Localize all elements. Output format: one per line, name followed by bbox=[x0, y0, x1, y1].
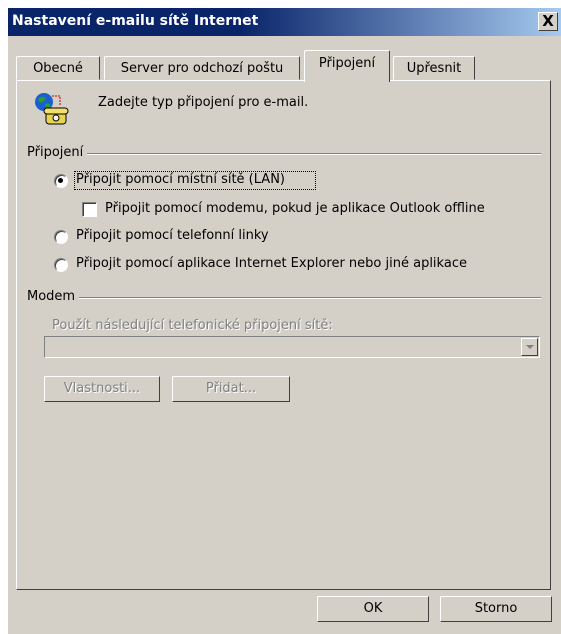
tab-connection-label: Připojení bbox=[318, 56, 376, 71]
properties-button[interactable]: Vlastnosti... bbox=[44, 376, 160, 402]
intro-text: Zadejte typ připojení pro e-mail. bbox=[98, 95, 309, 110]
radio-phone-line-label[interactable]: Připojit pomocí telefonní linky bbox=[76, 228, 269, 243]
add-button[interactable]: Přidat... bbox=[172, 376, 290, 402]
tab-general[interactable]: Obecné bbox=[16, 56, 100, 80]
modem-group-label: Modem bbox=[27, 289, 80, 304]
tab-outgoing-server[interactable]: Server pro odchozí poštu bbox=[104, 56, 300, 80]
radio-phone-line[interactable] bbox=[54, 230, 68, 244]
radio-internet-explorer[interactable] bbox=[54, 258, 68, 272]
tab-connection[interactable]: Připojení bbox=[304, 50, 390, 82]
close-button[interactable]: X bbox=[538, 12, 558, 31]
ok-button[interactable]: OK bbox=[317, 596, 429, 622]
radio-selected-dot bbox=[58, 178, 63, 183]
radio-internet-explorer-label[interactable]: Připojit pomocí aplikace Internet Explor… bbox=[76, 256, 467, 271]
tab-advanced[interactable]: Upřesnit bbox=[393, 56, 475, 80]
window-title: Nastavení e-mailu sítě Internet bbox=[12, 13, 259, 29]
modem-group-divider bbox=[27, 297, 541, 299]
globe-phone-icon bbox=[35, 93, 69, 125]
close-icon: X bbox=[542, 12, 554, 30]
chevron-down-icon[interactable] bbox=[521, 338, 538, 356]
dialup-connection-select[interactable] bbox=[44, 336, 540, 358]
modem-offline-checkbox[interactable] bbox=[82, 202, 97, 217]
focus-rectangle bbox=[74, 171, 316, 190]
modem-offline-checkbox-label[interactable]: Připojit pomocí modemu, pokud je aplikac… bbox=[105, 201, 485, 216]
connection-group-label: Připojení bbox=[27, 145, 88, 160]
connection-group-divider bbox=[27, 153, 541, 155]
dialup-connection-label: Použít následující telefonické připojení… bbox=[52, 318, 333, 333]
connection-tab-panel bbox=[16, 80, 551, 590]
cancel-button[interactable]: Storno bbox=[440, 596, 552, 622]
title-bar[interactable]: Nastavení e-mailu sítě Internet X bbox=[8, 8, 561, 36]
radio-lan[interactable] bbox=[54, 174, 68, 188]
internet-email-settings-dialog: Nastavení e-mailu sítě Internet X Obecné… bbox=[8, 8, 561, 634]
